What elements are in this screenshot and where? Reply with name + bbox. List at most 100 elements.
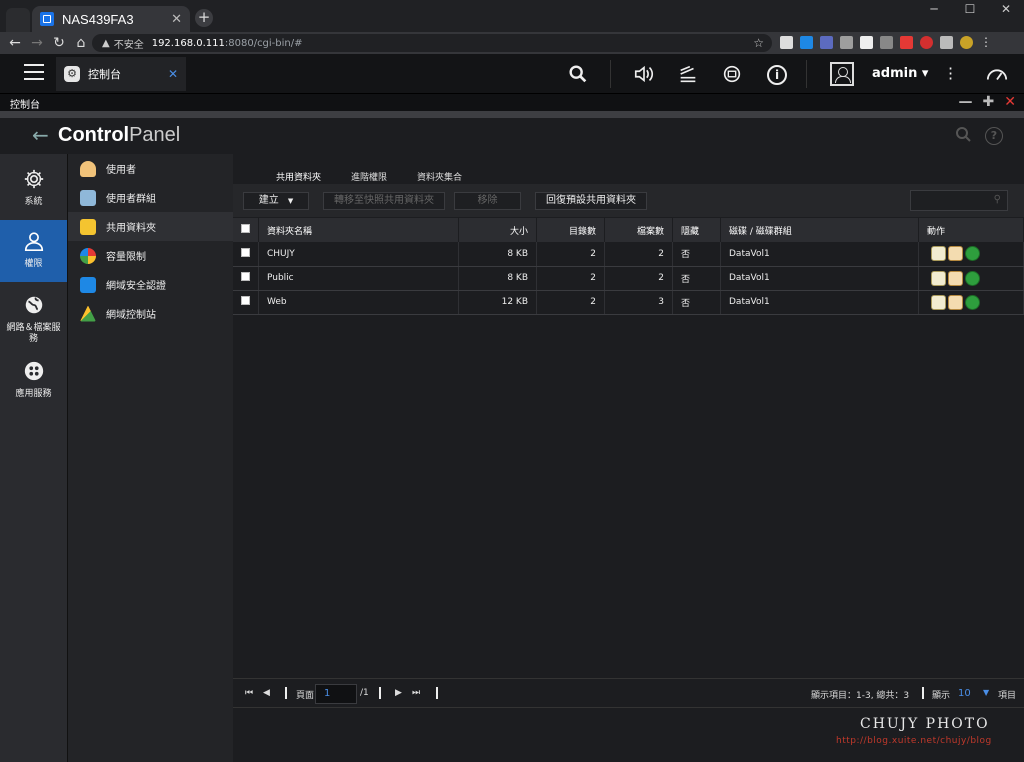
more-options-icon[interactable]: · · · — [948, 61, 953, 87]
caret-down-icon: ▼ — [287, 197, 294, 205]
edit-permissions-icon[interactable] — [948, 270, 963, 286]
window-maximize-icon[interactable]: ✚ — [983, 94, 995, 110]
caret-down-icon[interactable]: ▼ — [983, 688, 989, 697]
per-page-select[interactable]: 10 — [958, 688, 971, 699]
col-header-volume[interactable]: 磁碟 / 磁碟群組 — [720, 218, 919, 242]
back-icon[interactable]: ← — [4, 35, 26, 51]
subnav-item-label: 使用者 — [106, 165, 136, 176]
close-window-icon[interactable]: ✕ — [988, 0, 1024, 18]
subnav-item-users[interactable]: 使用者 — [68, 154, 234, 183]
search-input[interactable]: ⚲ — [910, 190, 1008, 211]
edit-permissions-icon[interactable] — [948, 246, 963, 262]
col-header-name[interactable]: 資料夾名稱 — [258, 218, 459, 242]
col-header-dirs[interactable]: 目錄數 — [536, 218, 605, 242]
row-checkbox[interactable] — [233, 290, 259, 315]
search-icon[interactable] — [955, 126, 971, 142]
browser-tab[interactable]: NAS439FA3 ✕ — [32, 6, 190, 32]
reload-icon[interactable]: ↻ — [48, 35, 70, 51]
subnav-item-quota[interactable]: 容量限制 — [68, 241, 234, 270]
home-icon[interactable]: ⌂ — [70, 35, 92, 51]
col-header-hidden[interactable]: 隱藏 — [672, 218, 721, 242]
page-total: /1 — [360, 688, 369, 698]
nav-item-network-file-services[interactable]: 網路＆檔案服務 — [0, 284, 67, 346]
page-number-input[interactable]: 1 — [315, 684, 357, 704]
table-row[interactable]: Public 8 KB 2 2 否 DataVol1 — [233, 266, 1024, 291]
toolbar: 建立 ▼ 轉移至快照共用資料夾 移除 回復預設共用資料夾 ⚲ — [233, 184, 1024, 217]
window-close-icon[interactable]: ✕ — [1004, 94, 1016, 110]
bookmark-star-icon[interactable]: ☆ — [753, 36, 764, 50]
col-header-files[interactable]: 檔案數 — [604, 218, 673, 242]
extension-icon[interactable] — [800, 36, 813, 49]
warning-icon[interactable]: ▲ — [102, 38, 110, 49]
close-icon[interactable]: ✕ — [168, 67, 178, 81]
table-row[interactable]: Web 12 KB 2 3 否 DataVol1 — [233, 290, 1024, 315]
subnav-item-domain-controller[interactable]: 網域控制站 — [68, 299, 234, 328]
info-icon[interactable]: i — [767, 65, 787, 85]
help-icon[interactable]: ? — [985, 127, 1003, 145]
remove-button[interactable]: 移除 — [454, 192, 521, 210]
background-tasks-icon[interactable] — [676, 63, 700, 85]
extension-icon[interactable] — [920, 36, 933, 49]
nav-item-label: 應用服務 — [15, 389, 52, 399]
security-label[interactable]: 不安全 — [114, 36, 144, 51]
row-checkbox[interactable] — [233, 242, 259, 267]
hamburger-menu-icon[interactable] — [24, 64, 44, 80]
minimize-icon[interactable]: ─ — [916, 0, 952, 18]
next-page-icon[interactable]: ▶ — [395, 688, 402, 698]
close-icon[interactable]: ✕ — [171, 12, 182, 27]
refresh-icon[interactable] — [965, 294, 980, 310]
edit-properties-icon[interactable] — [931, 270, 946, 286]
restore-defaults-button[interactable]: 回復預設共用資料夾 — [535, 192, 647, 210]
globe-icon — [25, 296, 42, 314]
profile-avatar-icon[interactable] — [960, 36, 973, 49]
edit-properties-icon[interactable] — [931, 294, 946, 310]
subnav-item-user-groups[interactable]: 使用者群組 — [68, 183, 234, 212]
address-bar[interactable]: ▲ 不安全 192.168.0.111:8080/cgi-bin/# ☆ — [92, 34, 772, 52]
nav-item-applications[interactable]: 應用服務 — [0, 350, 67, 412]
prev-page-icon[interactable]: ◀ — [263, 688, 270, 698]
last-page-icon[interactable]: ⏭ — [412, 688, 420, 698]
refresh-icon[interactable] — [965, 246, 980, 262]
edit-permissions-icon[interactable] — [948, 294, 963, 310]
refresh-icon[interactable] — [965, 270, 980, 286]
create-dropdown-button[interactable]: 建立 ▼ — [243, 192, 309, 210]
move-to-snapshot-button[interactable]: 轉移至快照共用資料夾 — [323, 192, 445, 210]
folder-dirs: 2 — [536, 266, 605, 291]
first-page-icon[interactable]: ⏮ — [245, 688, 253, 698]
nav-item-system[interactable]: 系統 — [0, 158, 67, 220]
extension-icon[interactable] — [820, 36, 833, 49]
forward-icon[interactable]: → — [26, 35, 48, 51]
edit-properties-icon[interactable] — [931, 246, 946, 262]
row-checkbox[interactable] — [233, 266, 259, 291]
control-panel-header: ← ControlPanel ? — [0, 118, 1024, 154]
menu-icon[interactable]: ⋮ — [980, 36, 993, 49]
back-arrow-icon[interactable]: ← — [32, 123, 49, 147]
extension-icon[interactable] — [880, 36, 893, 49]
category-sidebar: 系統 權限 網路＆檔案服務 應用服務 — [0, 154, 67, 762]
window-minimize-icon[interactable]: — — [959, 94, 973, 110]
extension-icon[interactable] — [860, 36, 873, 49]
extension-icon[interactable] — [780, 36, 793, 49]
subnav-item-domain-security[interactable]: 網域安全認證 — [68, 270, 234, 299]
app-tab-control-panel[interactable]: ⚙ 控制台 ✕ — [56, 57, 186, 91]
key-icon[interactable] — [940, 36, 953, 49]
search-icon[interactable] — [566, 63, 590, 85]
select-all-checkbox[interactable] — [233, 218, 259, 242]
subnav-item-shared-folders[interactable]: 共用資料夾 — [68, 212, 234, 241]
divider — [0, 111, 1024, 118]
dashboard-gauge-icon[interactable] — [984, 63, 1010, 85]
user-avatar-icon[interactable] — [830, 62, 854, 86]
volume-icon[interactable] — [632, 63, 656, 85]
extension-icon[interactable] — [840, 36, 853, 49]
extension-icon[interactable] — [900, 36, 913, 49]
maximize-icon[interactable]: ☐ — [952, 0, 988, 18]
folder-name: Web — [258, 290, 459, 315]
show-label: 顯示 — [932, 691, 951, 701]
browser-tab-inactive[interactable] — [6, 8, 30, 32]
col-header-size[interactable]: 大小 — [458, 218, 537, 242]
new-tab-button[interactable]: + — [195, 9, 213, 27]
sync-icon[interactable] — [720, 63, 744, 85]
username-dropdown[interactable]: admin ▾ — [872, 66, 928, 81]
table-row[interactable]: CHUJY 8 KB 2 2 否 DataVol1 — [233, 242, 1024, 267]
nav-item-privilege[interactable]: 權限 — [0, 220, 67, 282]
